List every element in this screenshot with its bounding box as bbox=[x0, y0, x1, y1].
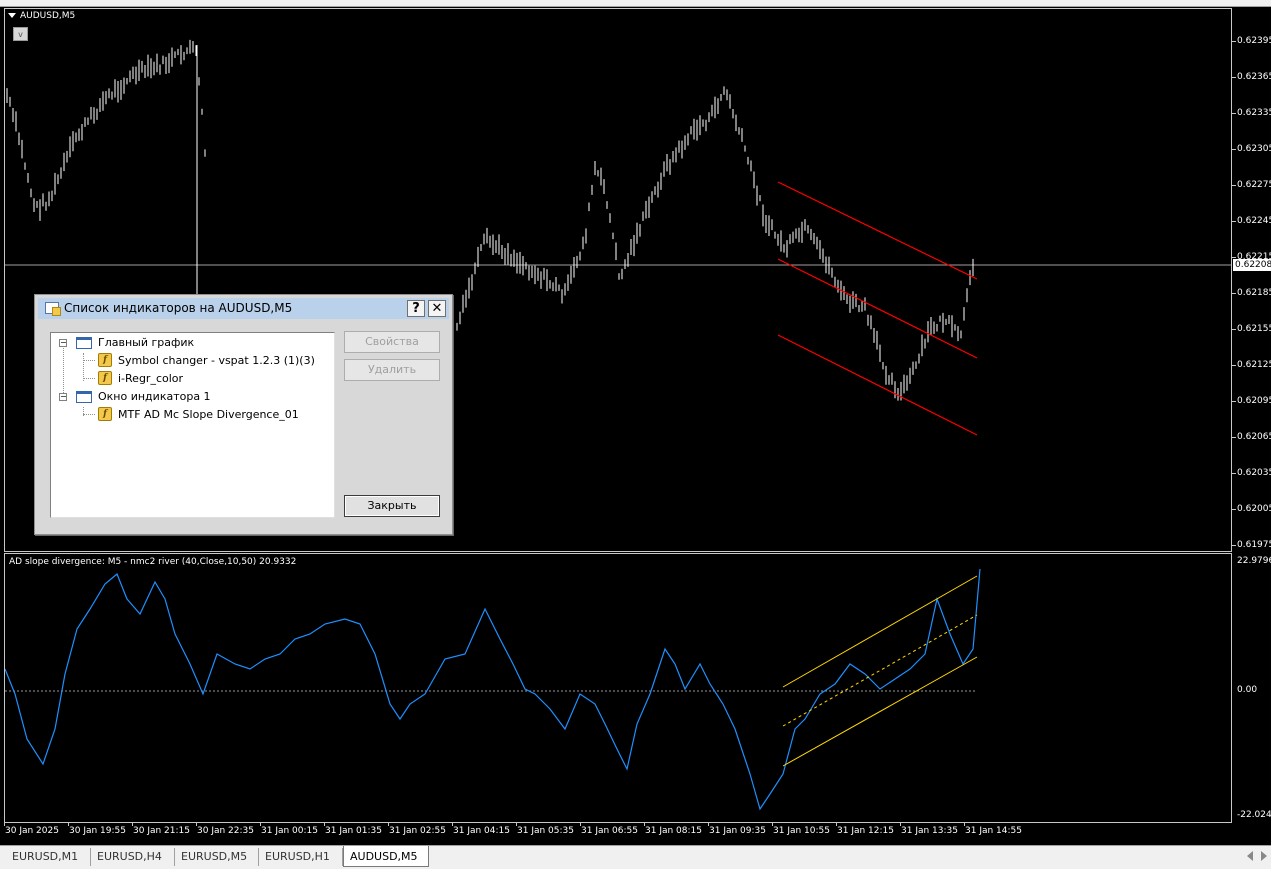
time-label: 31 Jan 00:15 bbox=[261, 826, 318, 836]
indicator-axis-label: 0.00 bbox=[1237, 685, 1258, 695]
tree-item-i-regr-color[interactable]: i-Regr_color bbox=[118, 372, 183, 385]
price-label: 0.61975 bbox=[1237, 540, 1271, 550]
chart-symbol-title: AUDUSD,M5 bbox=[8, 11, 75, 21]
chart-window-icon bbox=[76, 337, 92, 349]
delete-button[interactable]: Удалить bbox=[344, 359, 440, 381]
price-label: 0.62395 bbox=[1237, 36, 1271, 46]
tree-connector bbox=[83, 378, 95, 379]
tab-eurusd-m1[interactable]: EURUSD,M1 bbox=[6, 848, 91, 866]
tab-eurusd-h4[interactable]: EURUSD,H4 bbox=[91, 848, 175, 866]
tree-connector bbox=[63, 345, 64, 399]
properties-button[interactable]: Свойства bbox=[344, 331, 440, 353]
price-tick bbox=[1232, 473, 1236, 474]
indicator-axis-label: -22.0245 bbox=[1237, 810, 1271, 820]
tree-item-symbol-changer[interactable]: Symbol changer - vspat 1.2.3 (1)(3) bbox=[118, 354, 315, 367]
sub-channel-lower bbox=[782, 656, 978, 767]
price-tick bbox=[1232, 185, 1236, 186]
indicator-function-icon: f bbox=[98, 371, 112, 385]
price-label: 0.62065 bbox=[1237, 432, 1271, 442]
price-tick bbox=[1232, 293, 1236, 294]
price-label: 0.62245 bbox=[1237, 216, 1271, 226]
close-button[interactable]: Закрыть bbox=[344, 495, 440, 517]
price-tick bbox=[1232, 113, 1236, 114]
price-label: 0.62335 bbox=[1237, 108, 1271, 118]
tree-item-mtf-ad[interactable]: MTF AD Mc Slope Divergence_01 bbox=[118, 408, 299, 421]
tab-audusd-m5[interactable]: AUDUSD,M5 bbox=[343, 846, 429, 867]
time-label: 30 Jan 19:55 bbox=[69, 826, 126, 836]
indicator-title: AD slope divergence: M5 - nmc2 river (40… bbox=[9, 557, 297, 567]
one-click-trading-toggle[interactable]: v bbox=[13, 27, 28, 41]
dialog-title: Список индикаторов на AUDUSD,M5 bbox=[64, 301, 293, 315]
indicator-line bbox=[5, 568, 981, 811]
price-label: 0.62155 bbox=[1237, 324, 1271, 334]
time-label: 30 Jan 22:35 bbox=[197, 826, 254, 836]
indicator-function-icon: f bbox=[98, 407, 112, 421]
price-tick bbox=[1232, 509, 1236, 510]
indicator-tree[interactable]: − Главный график f Symbol changer - vspa… bbox=[50, 332, 335, 518]
time-label: 31 Jan 02:55 bbox=[389, 826, 446, 836]
time-label: 31 Jan 08:15 bbox=[645, 826, 702, 836]
tree-connector bbox=[83, 360, 95, 361]
tab-scroll-left-icon[interactable] bbox=[1247, 851, 1253, 861]
regression-channel bbox=[777, 181, 978, 436]
price-label: 0.62035 bbox=[1237, 468, 1271, 478]
time-label: 31 Jan 04:15 bbox=[453, 826, 510, 836]
time-label: 31 Jan 10:55 bbox=[773, 826, 830, 836]
price-tick bbox=[1232, 437, 1236, 438]
indicator-list-icon bbox=[45, 302, 61, 316]
price-tick bbox=[1232, 545, 1236, 546]
channel-lower-line bbox=[777, 334, 978, 436]
chart-tab-bar: EURUSD,M1 EURUSD,H4 EURUSD,M5 EURUSD,H1 … bbox=[0, 845, 1271, 869]
price-tick bbox=[1232, 77, 1236, 78]
sub-channel-upper bbox=[782, 575, 978, 688]
price-label: 0.62305 bbox=[1237, 144, 1271, 154]
time-label: 31 Jan 09:35 bbox=[709, 826, 766, 836]
indicator-function-icon: f bbox=[98, 353, 112, 367]
price-tick bbox=[1232, 365, 1236, 366]
price-tick bbox=[1232, 401, 1236, 402]
price-label: 0.62275 bbox=[1237, 180, 1271, 190]
tree-connector bbox=[83, 353, 84, 381]
time-label: 31 Jan 06:55 bbox=[581, 826, 638, 836]
help-button[interactable]: ? bbox=[407, 300, 425, 317]
tree-connector bbox=[83, 414, 95, 415]
dialog-title-bar: Список индикаторов на AUDUSD,M5 ? ✕ bbox=[38, 298, 449, 319]
indicator-channel bbox=[782, 575, 978, 767]
price-tick bbox=[1232, 329, 1236, 330]
time-label: 31 Jan 14:55 bbox=[965, 826, 1022, 836]
price-tick bbox=[1232, 257, 1236, 258]
time-label: 31 Jan 13:35 bbox=[901, 826, 958, 836]
tab-eurusd-m5[interactable]: EURUSD,M5 bbox=[175, 848, 259, 866]
price-tick bbox=[1232, 41, 1236, 42]
indicator-canvas[interactable] bbox=[5, 554, 1231, 822]
price-label: 0.62095 bbox=[1237, 396, 1271, 406]
time-label: 31 Jan 01:35 bbox=[325, 826, 382, 836]
dialog-close-icon[interactable]: ✕ bbox=[428, 300, 446, 317]
price-tick bbox=[1232, 149, 1236, 150]
tab-scroll-right-icon[interactable] bbox=[1261, 851, 1267, 861]
tab-eurusd-h1[interactable]: EURUSD,H1 bbox=[259, 848, 343, 866]
time-label: 31 Jan 05:35 bbox=[517, 826, 574, 836]
time-label: 31 Jan 12:15 bbox=[837, 826, 894, 836]
price-label: 0.62185 bbox=[1237, 288, 1271, 298]
price-label: 0.62125 bbox=[1237, 360, 1271, 370]
current-price-label: 0.62208 bbox=[1233, 259, 1271, 271]
symbol-title-text: AUDUSD,M5 bbox=[20, 11, 76, 21]
dropdown-triangle-icon bbox=[8, 13, 16, 18]
price-label: 0.62005 bbox=[1237, 504, 1271, 514]
indicator-axis-label: 22.9796 bbox=[1237, 556, 1271, 566]
price-tick bbox=[1232, 221, 1236, 222]
chart-window-icon bbox=[76, 391, 92, 403]
collapse-subwindow-icon[interactable]: − bbox=[59, 393, 67, 401]
top-toolbar-strip bbox=[0, 0, 1271, 7]
tree-indicator-window[interactable]: Окно индикатора 1 bbox=[98, 390, 211, 403]
collapse-main-chart-icon[interactable]: − bbox=[59, 339, 67, 347]
time-label: 30 Jan 21:15 bbox=[133, 826, 190, 836]
time-label: 30 Jan 2025 bbox=[5, 826, 59, 836]
tree-main-chart[interactable]: Главный график bbox=[98, 336, 194, 349]
price-label: 0.62365 bbox=[1237, 72, 1271, 82]
indicator-list-dialog: Список индикаторов на AUDUSD,M5 ? ✕ − Гл… bbox=[34, 294, 453, 535]
